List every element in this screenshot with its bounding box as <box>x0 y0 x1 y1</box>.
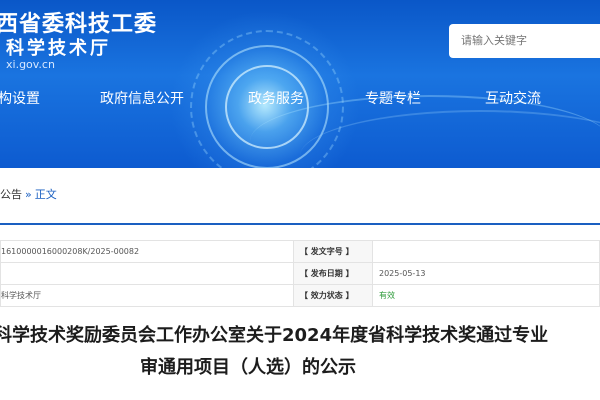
breadcrumb-parent[interactable]: 公告 <box>0 188 22 201</box>
main-nav: 构设置 政府信息公开 政务服务 专题专栏 互动交流 <box>0 88 600 112</box>
nav-item-gov-info[interactable]: 政府信息公开 <box>100 88 184 108</box>
nav-item-special-topics[interactable]: 专题专栏 <box>365 88 421 108</box>
search-input[interactable] <box>449 24 600 58</box>
nav-item-organization[interactable]: 构设置 <box>0 88 40 108</box>
table-row: 1610000016000208K/2025-00082 【 发文字号 】 <box>0 240 600 263</box>
content-divider <box>0 223 600 225</box>
article-title-line1: 科学技术奖励委员会工作办公室关于2024年度省科学技术奖通过专业 <box>0 325 549 346</box>
site-logo-subtitle[interactable]: 科学技术厅 <box>6 34 111 60</box>
article-title-line2: 审通用项目（人选）的公示 <box>140 357 356 378</box>
breadcrumb-current: 正文 <box>34 188 57 201</box>
row-left-value <box>0 262 294 285</box>
table-row: 科学技术厅 【 效力状态 】 有效 <box>0 284 600 307</box>
table-row: 【 发布日期 】 2025-05-13 <box>0 262 600 285</box>
breadcrumb: 公告» 正文 <box>0 186 57 202</box>
validity-status-value: 有效 <box>372 284 600 307</box>
issuing-org-value: 科学技术厅 <box>0 284 294 307</box>
document-info-table: 1610000016000208K/2025-00082 【 发文字号 】 【 … <box>0 240 600 307</box>
document-number-label: 【 发文字号 】 <box>293 240 373 263</box>
header-banner: 西省委科技工委 科学技术厅 xi.gov.cn 构设置 政府信息公开 政务服务 … <box>0 0 600 168</box>
document-number-value <box>372 240 600 263</box>
validity-status-label: 【 效力状态 】 <box>293 284 373 307</box>
nav-item-gov-services[interactable]: 政务服务 <box>248 88 304 108</box>
index-number-value: 1610000016000208K/2025-00082 <box>0 240 294 263</box>
publish-date-value: 2025-05-13 <box>372 262 600 285</box>
breadcrumb-separator: » <box>25 188 32 201</box>
page: 西省委科技工委 科学技术厅 xi.gov.cn 构设置 政府信息公开 政务服务 … <box>0 0 600 400</box>
nav-item-interaction[interactable]: 互动交流 <box>485 88 541 108</box>
publish-date-label: 【 发布日期 】 <box>293 262 373 285</box>
site-url: xi.gov.cn <box>6 58 55 71</box>
